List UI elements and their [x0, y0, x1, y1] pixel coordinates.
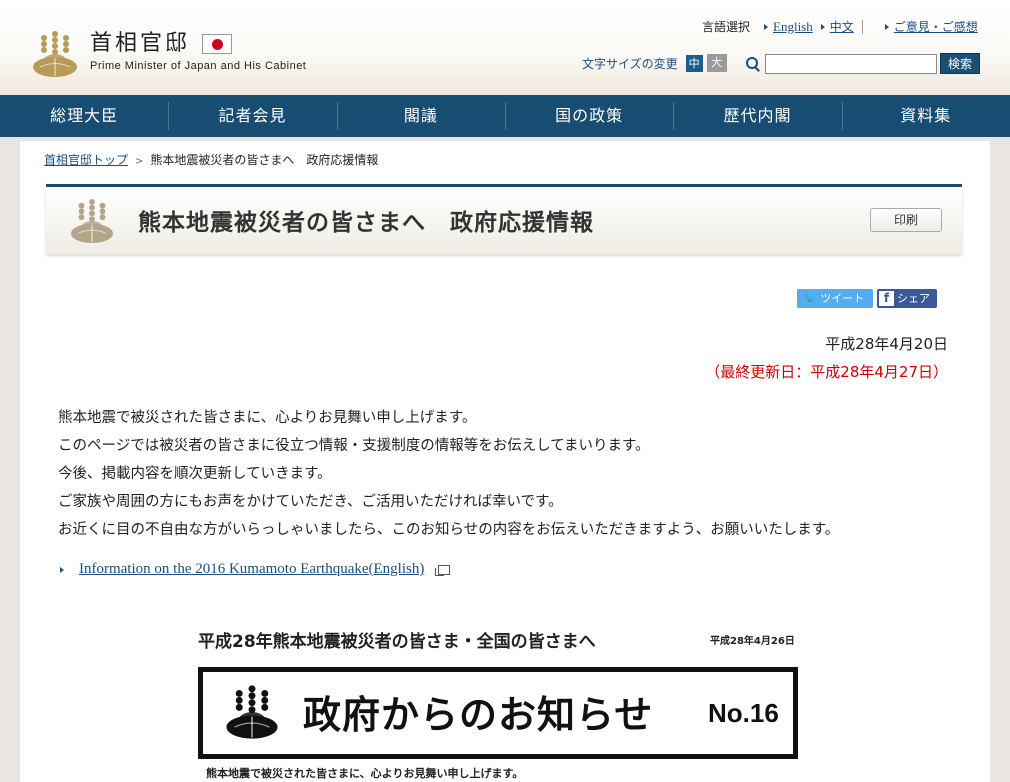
notice-date: 平成28年4月26日: [710, 636, 795, 647]
intro-line: 今後、掲載内容を順次更新していきます。: [58, 466, 332, 482]
font-size-label: 文字サイズの変更: [582, 56, 678, 71]
arrow-right-icon: [820, 23, 825, 30]
english-info-link-row: Information on the 2016 Kumamoto Earthqu…: [60, 561, 451, 578]
intro-line: 熊本地震で被災された皆さまに、心よりお見舞い申し上げます。: [58, 410, 477, 426]
english-info-link[interactable]: Information on the 2016 Kumamoto Earthqu…: [79, 561, 424, 578]
nav-item-past-cabinets[interactable]: 歴代内閣: [673, 95, 841, 137]
intro-line: お近くに目の不自由な方がいらっしゃいましたら、このお知らせの内容をお伝えいただき…: [58, 522, 840, 538]
page-title-box: 熊本地震被災者の皆さまへ 政府応援情報 印刷: [46, 184, 962, 254]
breadcrumb-home-link[interactable]: 首相官邸トップ: [44, 153, 128, 167]
page-title: 熊本地震被災者の皆さまへ 政府応援情報: [138, 210, 594, 236]
tweet-label: ツイート: [820, 292, 865, 305]
notice-body-text: 熊本地震で被災された皆さまに、心よりお見舞い申し上げます。: [206, 767, 524, 780]
intro-text: 熊本地震で被災された皆さまに、心よりお見舞い申し上げます。 このページでは被災者…: [58, 404, 839, 544]
breadcrumb-current: 熊本地震被災者の皆さまへ 政府応援情報: [150, 153, 379, 167]
notice-title: 政府からのお知らせ: [303, 693, 654, 737]
site-logo[interactable]: 首相官邸 Prime Minister of Japan and His Cab…: [30, 30, 306, 78]
site-header: 首相官邸 Prime Minister of Japan and His Cab…: [0, 0, 1010, 95]
twitter-bird-icon: 🐦: [803, 292, 817, 305]
intro-line: ご家族や周囲の方にもお声をかけていただき、ご活用いただければ幸いです。: [58, 494, 563, 510]
nav-item-policy[interactable]: 国の政策: [504, 95, 673, 137]
feedback-link[interactable]: ご意見・ご感想: [894, 18, 978, 35]
breadcrumb-separator: >: [135, 156, 144, 167]
breadcrumb: 首相官邸トップ > 熊本地震被災者の皆さまへ 政府応援情報: [44, 151, 378, 168]
new-window-icon: [435, 564, 451, 576]
arrow-right-icon: [764, 23, 769, 30]
notice-number: No.16: [708, 698, 779, 728]
print-button[interactable]: 印刷: [870, 208, 942, 232]
language-chinese-link[interactable]: 中文: [830, 18, 854, 35]
nav-item-press-conference[interactable]: 記者会見: [168, 95, 336, 137]
paulownia-crest-icon: [32, 30, 78, 78]
search-icon: [745, 56, 761, 72]
site-name-en: Prime Minister of Japan and His Cabinet: [90, 60, 307, 72]
japan-flag-icon: [202, 34, 233, 54]
last-updated-date: （最終更新日：平成28年4月27日）: [705, 363, 948, 381]
font-size-control: 文字サイズの変更 中 大: [582, 54, 727, 72]
paulownia-crest-icon: [70, 198, 114, 244]
global-nav: 総理大臣 記者会見 閣議 国の政策 歴代内閣 資料集: [0, 95, 1010, 137]
notice-title-box: 政府からのお知らせ No.16: [198, 667, 798, 759]
facebook-share-button[interactable]: f シェア: [877, 289, 937, 308]
publish-date: 平成28年4月20日: [825, 335, 948, 353]
search-input[interactable]: [765, 53, 937, 74]
site-name-jp: 首相官邸: [90, 31, 191, 56]
language-bar: 言語選択 English 中文 ご意見・ご感想: [702, 18, 978, 35]
facebook-icon: f: [879, 291, 894, 306]
site-search: 検索: [745, 53, 980, 74]
search-button[interactable]: 検索: [940, 53, 980, 74]
main-content: 首相官邸トップ > 熊本地震被災者の皆さまへ 政府応援情報 熊本地震被災者の皆さまへ…: [20, 141, 990, 782]
government-notice-image[interactable]: 平成28年熊本地震被災者の皆さま・全国の皆さまへ 平成28年4月26日 政府から…: [198, 627, 808, 782]
nav-item-cabinet-meeting[interactable]: 閣議: [336, 95, 505, 137]
font-size-medium-button[interactable]: 中: [685, 54, 703, 72]
language-english-link[interactable]: English: [773, 19, 813, 35]
share-label: シェア: [897, 292, 930, 305]
nav-item-documents[interactable]: 資料集: [841, 95, 1010, 137]
nav-item-prime-minister[interactable]: 総理大臣: [0, 95, 168, 137]
font-size-large-button[interactable]: 大: [706, 54, 727, 72]
intro-line: このページでは被災者の皆さまに役立つ情報・支援制度の情報等をお伝えしてまいります…: [58, 438, 650, 454]
paulownia-crest-icon: [225, 684, 279, 740]
divider: [861, 19, 863, 34]
language-label: 言語選択: [702, 20, 751, 34]
arrow-right-icon: [60, 566, 64, 573]
arrow-right-icon: [884, 23, 889, 30]
tweet-button[interactable]: 🐦 ツイート: [797, 289, 873, 308]
social-buttons: 🐦 ツイート f シェア: [797, 289, 937, 308]
